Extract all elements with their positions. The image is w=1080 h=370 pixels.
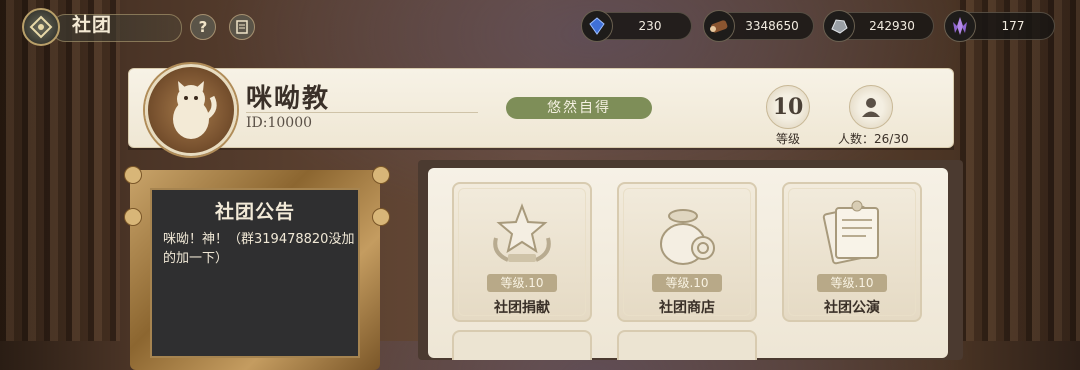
performance-script-icon bbox=[822, 200, 879, 265]
frame-ornament-icon bbox=[372, 208, 390, 226]
blue-gem-icon bbox=[581, 10, 613, 42]
club-name: 咪呦教 bbox=[246, 84, 331, 114]
performance-label: 社团公演 bbox=[824, 300, 880, 316]
club-level-badge[interactable]: 10 bbox=[766, 85, 810, 129]
frame-ornament-icon bbox=[124, 166, 142, 184]
shop-level: 等级.10 bbox=[652, 274, 722, 292]
club-donation-card[interactable]: 等级.10 社团捐献 bbox=[452, 182, 592, 322]
donation-star-icon bbox=[493, 203, 551, 262]
stone-ore-icon bbox=[823, 10, 855, 42]
club-id: ID:10000 bbox=[246, 115, 313, 131]
wood-count: 3348650 bbox=[745, 19, 799, 33]
donation-label: 社团捐献 bbox=[494, 300, 550, 316]
club-emblem[interactable] bbox=[145, 64, 237, 156]
resource-gem[interactable]: 230 bbox=[581, 10, 692, 42]
stone-count: 242930 bbox=[869, 19, 915, 33]
bookshelf-left bbox=[0, 0, 120, 341]
shop-label: 社团商店 bbox=[659, 300, 715, 316]
frame-ornament-icon bbox=[124, 208, 142, 226]
help-button[interactable]: ? bbox=[190, 14, 216, 40]
club-shop-card[interactable]: 等级.10 社团商店 bbox=[617, 182, 757, 322]
members-button[interactable] bbox=[849, 85, 893, 129]
club-level-value: 10 bbox=[772, 94, 804, 120]
log-icon[interactable] bbox=[229, 14, 255, 40]
person-icon bbox=[862, 98, 880, 117]
back-icon[interactable] bbox=[22, 8, 60, 46]
member-count: 人数：26/30 bbox=[838, 132, 909, 146]
club-level-label: 等级 bbox=[776, 132, 801, 146]
donation-level: 等级.10 bbox=[487, 274, 557, 292]
notice-text: 咪呦！神！（群319478820没加的加一下） bbox=[163, 232, 355, 266]
crystal-count: 177 bbox=[1001, 19, 1025, 33]
resource-wood[interactable]: 3348650 bbox=[703, 10, 814, 42]
resource-crystal[interactable]: 177 bbox=[944, 10, 1055, 42]
gem-count: 230 bbox=[638, 19, 662, 33]
frame-ornament-icon bbox=[372, 166, 390, 184]
bookshelf-right bbox=[960, 0, 1080, 341]
performance-level: 等级.10 bbox=[817, 274, 887, 292]
shop-bag-icon bbox=[660, 209, 715, 265]
resource-stone[interactable]: 242930 bbox=[823, 10, 934, 42]
cat-mascot-icon bbox=[173, 81, 217, 139]
notice-title: 社团公告 bbox=[214, 201, 295, 223]
wood-log-icon bbox=[703, 10, 735, 42]
function-card-partial[interactable] bbox=[452, 330, 592, 360]
club-motto-badge: 悠然自得 bbox=[506, 97, 652, 119]
page-title: 社团 bbox=[72, 14, 113, 36]
club-performance-card[interactable]: 等级.10 社团公演 bbox=[782, 182, 922, 322]
function-card-partial[interactable] bbox=[617, 330, 757, 360]
purple-crystal-icon bbox=[944, 10, 976, 42]
name-divider bbox=[246, 112, 478, 113]
